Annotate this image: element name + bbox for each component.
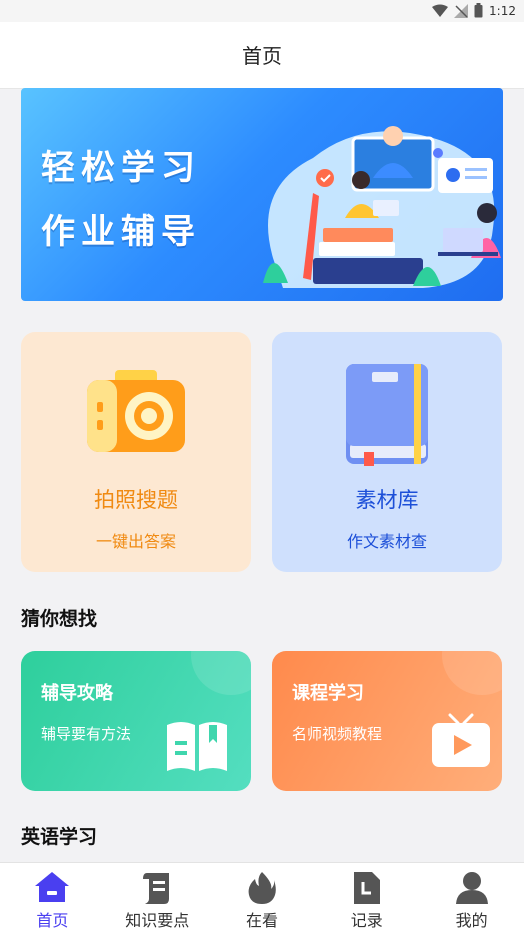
bottom-navigation: 首页 知识要点 在看 记录 我的 (0, 862, 524, 932)
status-time: 1:12 (489, 3, 516, 18)
decorative-circle (191, 651, 251, 695)
home-icon (35, 872, 70, 902)
document-icon (353, 872, 380, 904)
banner-line-2: 作业辅导 (41, 212, 201, 252)
course-card-subtitle: 名师视频教程 (292, 725, 383, 743)
wifi-icon (432, 4, 449, 17)
section-title-guess: 猜你想找 (21, 608, 98, 630)
material-library-subtitle: 作文素材查 (346, 532, 427, 551)
course-card-title: 课程学习 (292, 683, 364, 704)
status-bar: 1:12 (0, 0, 524, 22)
scroll-icon (143, 873, 170, 904)
battery-icon (474, 3, 483, 18)
book-icon (346, 364, 428, 466)
tv-play-icon (432, 713, 490, 767)
guide-card-title: 辅导攻略 (41, 683, 113, 704)
section-title-english: 英语学习 (21, 826, 98, 848)
nav-label-records: 记录 (350, 911, 383, 930)
promo-banner[interactable]: 轻松学习 作业辅导 (21, 88, 503, 301)
camera-icon (87, 370, 185, 452)
photo-search-card[interactable]: 拍照搜题 一键出答案 (21, 332, 251, 572)
flame-icon (248, 872, 276, 904)
study-illustration (263, 126, 501, 288)
nav-item-profile[interactable]: 我的 (419, 863, 524, 932)
page-title: 首页 (242, 44, 282, 68)
nav-label-watching: 在看 (245, 911, 278, 930)
material-library-title: 素材库 (355, 488, 419, 512)
nav-label-home: 首页 (36, 911, 69, 930)
guide-card-subtitle: 辅导要有方法 (41, 725, 132, 743)
decorative-circle (442, 651, 502, 695)
nav-item-knowledge[interactable]: 知识要点 (105, 863, 210, 932)
course-card[interactable]: 课程学习 名师视频教程 (272, 651, 502, 791)
status-icons: 1:12 (432, 3, 516, 18)
material-library-card[interactable]: 素材库 作文素材查 (272, 332, 502, 572)
banner-line-1: 轻松学习 (41, 148, 201, 188)
header: 首页 (0, 22, 524, 89)
open-book-icon (167, 722, 227, 771)
signal-icon (454, 3, 469, 18)
nav-item-home[interactable]: 首页 (0, 863, 105, 932)
guide-card[interactable]: 辅导攻略 辅导要有方法 (21, 651, 251, 791)
nav-label-profile: 我的 (455, 911, 488, 930)
photo-search-subtitle: 一键出答案 (95, 532, 176, 551)
nav-label-knowledge: 知识要点 (125, 911, 190, 930)
photo-search-title: 拍照搜题 (94, 488, 178, 512)
nav-item-watching[interactable]: 在看 (210, 863, 315, 932)
nav-item-records[interactable]: 记录 (314, 863, 419, 932)
user-icon (455, 872, 488, 904)
